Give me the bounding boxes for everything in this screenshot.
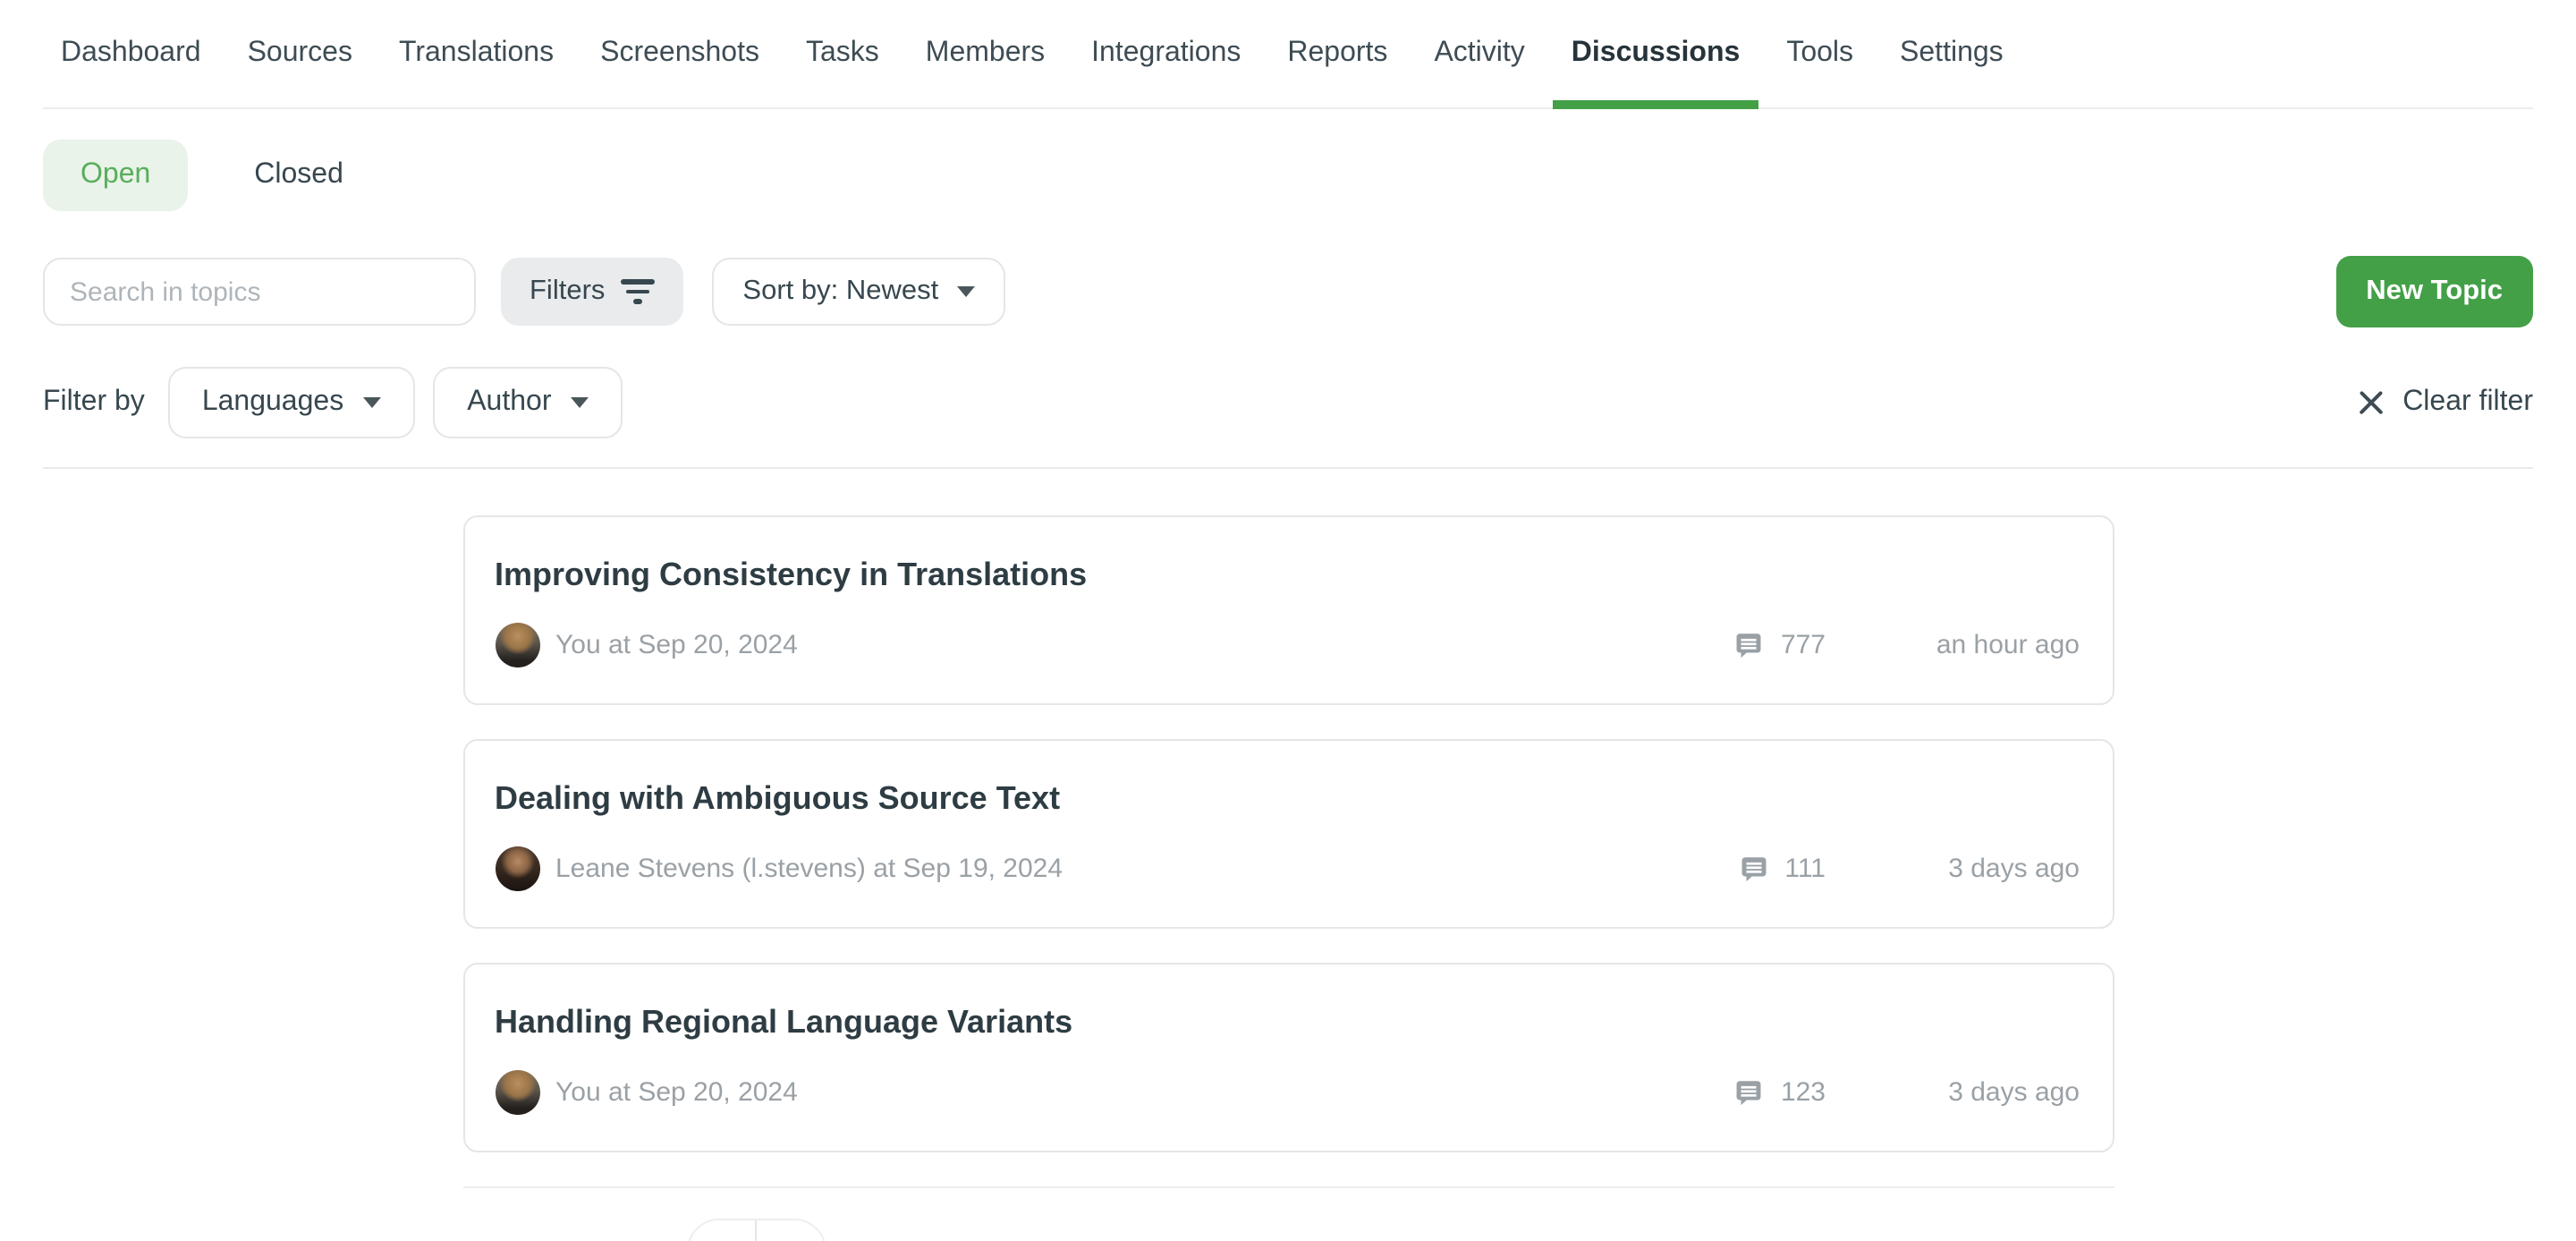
topic-timestamp: an hour ago [1826,630,2080,660]
topic-title[interactable]: Handling Regional Language Variants [495,1004,2080,1041]
divider [43,467,2533,469]
topic-meta: You at Sep 20, 2024 123 3 days ago [495,1070,2080,1115]
comment-bubble-icon [1734,1077,1765,1108]
nav-item-sources[interactable]: Sources [248,0,352,107]
nav-item-activity[interactable]: Activity [1434,0,1524,107]
topics-toolbar: Filters Sort by: Newest New Topic [43,256,2533,327]
caret-down-icon [956,286,974,297]
comment-count: 123 [1781,1077,1826,1108]
languages-dropdown[interactable]: Languages [168,367,415,438]
nav-item-members[interactable]: Members [926,0,1045,107]
caret-down-icon [363,397,381,408]
comment-bubble-icon [1738,854,1768,884]
page: Dashboard Sources Translations Screensho… [0,0,2576,1241]
comment-count-group: 123 [1734,1077,1826,1108]
status-tabs: Open Closed [43,140,2533,211]
nav-item-translations[interactable]: Translations [399,0,554,107]
topic-card[interactable]: Improving Consistency in Translations Yo… [462,515,2114,705]
comment-count-group: 777 [1734,630,1826,660]
languages-dropdown-label: Languages [202,387,343,419]
author-dropdown[interactable]: Author [433,367,623,438]
comment-count-group: 111 [1738,854,1826,884]
topic-author-line: You at Sep 20, 2024 [555,630,798,660]
sort-by-dropdown[interactable]: Sort by: Newest [712,258,1004,326]
filter-bar: Filter by Languages Author Clear filter [43,367,2533,438]
topic-card[interactable]: Handling Regional Language Variants You … [462,963,2114,1152]
prev-page-button[interactable] [689,1220,758,1241]
topic-title[interactable]: Dealing with Ambiguous Source Text [495,780,2080,818]
topic-author-line: Leane Stevens (l.stevens) at Sep 19, 202… [555,854,1063,884]
topic-timestamp: 3 days ago [1826,854,2080,884]
clear-filter-button[interactable]: Clear filter [2358,387,2533,419]
filters-button[interactable]: Filters [501,258,683,326]
nav-item-discussions[interactable]: Discussions [1572,0,1741,107]
topic-meta-right: 111 3 days ago [1738,854,2080,884]
topic-author-line: You at Sep 20, 2024 [555,1077,798,1108]
clear-filter-label: Clear filter [2402,387,2533,419]
filter-by-label: Filter by [43,387,145,419]
nav-item-screenshots[interactable]: Screenshots [600,0,759,107]
comment-count: 111 [1784,854,1826,884]
pagination: 1-3 out of 3 [462,1219,2114,1241]
search-input[interactable] [43,258,476,326]
topic-card[interactable]: Dealing with Ambiguous Source Text Leane… [462,739,2114,929]
next-page-button[interactable] [758,1220,825,1241]
topic-meta: You at Sep 20, 2024 777 an hour ago [495,623,2080,667]
tab-open[interactable]: Open [43,140,188,211]
caret-down-icon [571,397,589,408]
comment-bubble-icon [1734,630,1765,660]
topic-title[interactable]: Improving Consistency in Translations [495,557,2080,594]
topic-timestamp: 3 days ago [1826,1077,2080,1108]
nav-item-tasks[interactable]: Tasks [806,0,879,107]
topic-meta-right: 123 3 days ago [1734,1077,2080,1108]
top-navigation: Dashboard Sources Translations Screensho… [43,0,2533,109]
topic-list: Improving Consistency in Translations Yo… [462,515,2114,1241]
nav-item-tools[interactable]: Tools [1786,0,1853,107]
filter-lines-icon [621,280,655,304]
nav-item-settings[interactable]: Settings [1900,0,2004,107]
nav-item-integrations[interactable]: Integrations [1091,0,1241,107]
divider [462,1186,2114,1188]
avatar [495,846,539,891]
close-icon [2358,389,2385,416]
topic-meta: Leane Stevens (l.stevens) at Sep 19, 202… [495,846,2080,891]
comment-count: 777 [1781,630,1826,660]
tab-closed[interactable]: Closed [216,140,381,211]
topic-meta-right: 777 an hour ago [1734,630,2080,660]
avatar [495,1070,539,1115]
author-dropdown-label: Author [467,387,551,419]
sort-by-label: Sort by: Newest [742,276,938,308]
avatar [495,623,539,667]
nav-item-reports[interactable]: Reports [1287,0,1387,107]
pager [687,1219,826,1241]
new-topic-button[interactable]: New Topic [2335,256,2533,327]
nav-item-dashboard[interactable]: Dashboard [61,0,201,107]
filters-button-label: Filters [530,276,605,308]
